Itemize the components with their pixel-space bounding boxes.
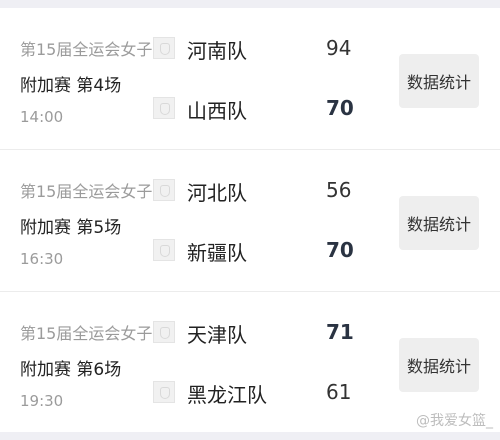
stats-button[interactable]: 数据统计 — [399, 54, 479, 108]
league-name: 第15届全运会女子... — [20, 182, 168, 201]
team-name: 河南队 — [187, 39, 247, 63]
team-logo-icon — [153, 37, 175, 59]
score-away: 61 — [326, 380, 352, 404]
team-logo-icon — [153, 97, 175, 119]
team-name: 新疆队 — [187, 241, 247, 265]
team-logo-icon — [153, 381, 175, 403]
match-list: 第15届全运会女子... 附加赛 第4场 14:00 河南队 山西队 94 70… — [0, 8, 500, 432]
match-round: 附加赛 第4场 — [20, 76, 122, 96]
stats-button[interactable]: 数据统计 — [399, 196, 479, 250]
match-time: 19:30 — [20, 392, 64, 410]
team-name: 天津队 — [187, 323, 247, 347]
watermark: @我爱女篮_ — [416, 413, 493, 429]
team-logo-icon — [153, 239, 175, 261]
score-home: 56 — [326, 178, 352, 202]
team-logo-icon — [153, 321, 175, 343]
score-away: 70 — [326, 96, 354, 120]
stats-button[interactable]: 数据统计 — [399, 338, 479, 392]
match-time: 14:00 — [20, 108, 64, 126]
team-name: 山西队 — [187, 99, 247, 123]
score-home: 94 — [326, 36, 352, 60]
match-card[interactable]: 第15届全运会女子... 附加赛 第5场 16:30 河北队 新疆队 56 70… — [0, 149, 500, 291]
match-card[interactable]: 第15届全运会女子... 附加赛 第4场 14:00 河南队 山西队 94 70… — [0, 8, 500, 149]
match-round: 附加赛 第5场 — [20, 218, 122, 238]
score-home: 71 — [326, 320, 354, 344]
team-logo-icon — [153, 179, 175, 201]
match-time: 16:30 — [20, 250, 64, 268]
score-away: 70 — [326, 238, 354, 262]
league-name: 第15届全运会女子... — [20, 324, 168, 343]
team-name: 河北队 — [187, 181, 247, 205]
match-round: 附加赛 第6场 — [20, 360, 122, 380]
league-name: 第15届全运会女子... — [20, 40, 168, 59]
team-name: 黑龙江队 — [187, 383, 267, 407]
